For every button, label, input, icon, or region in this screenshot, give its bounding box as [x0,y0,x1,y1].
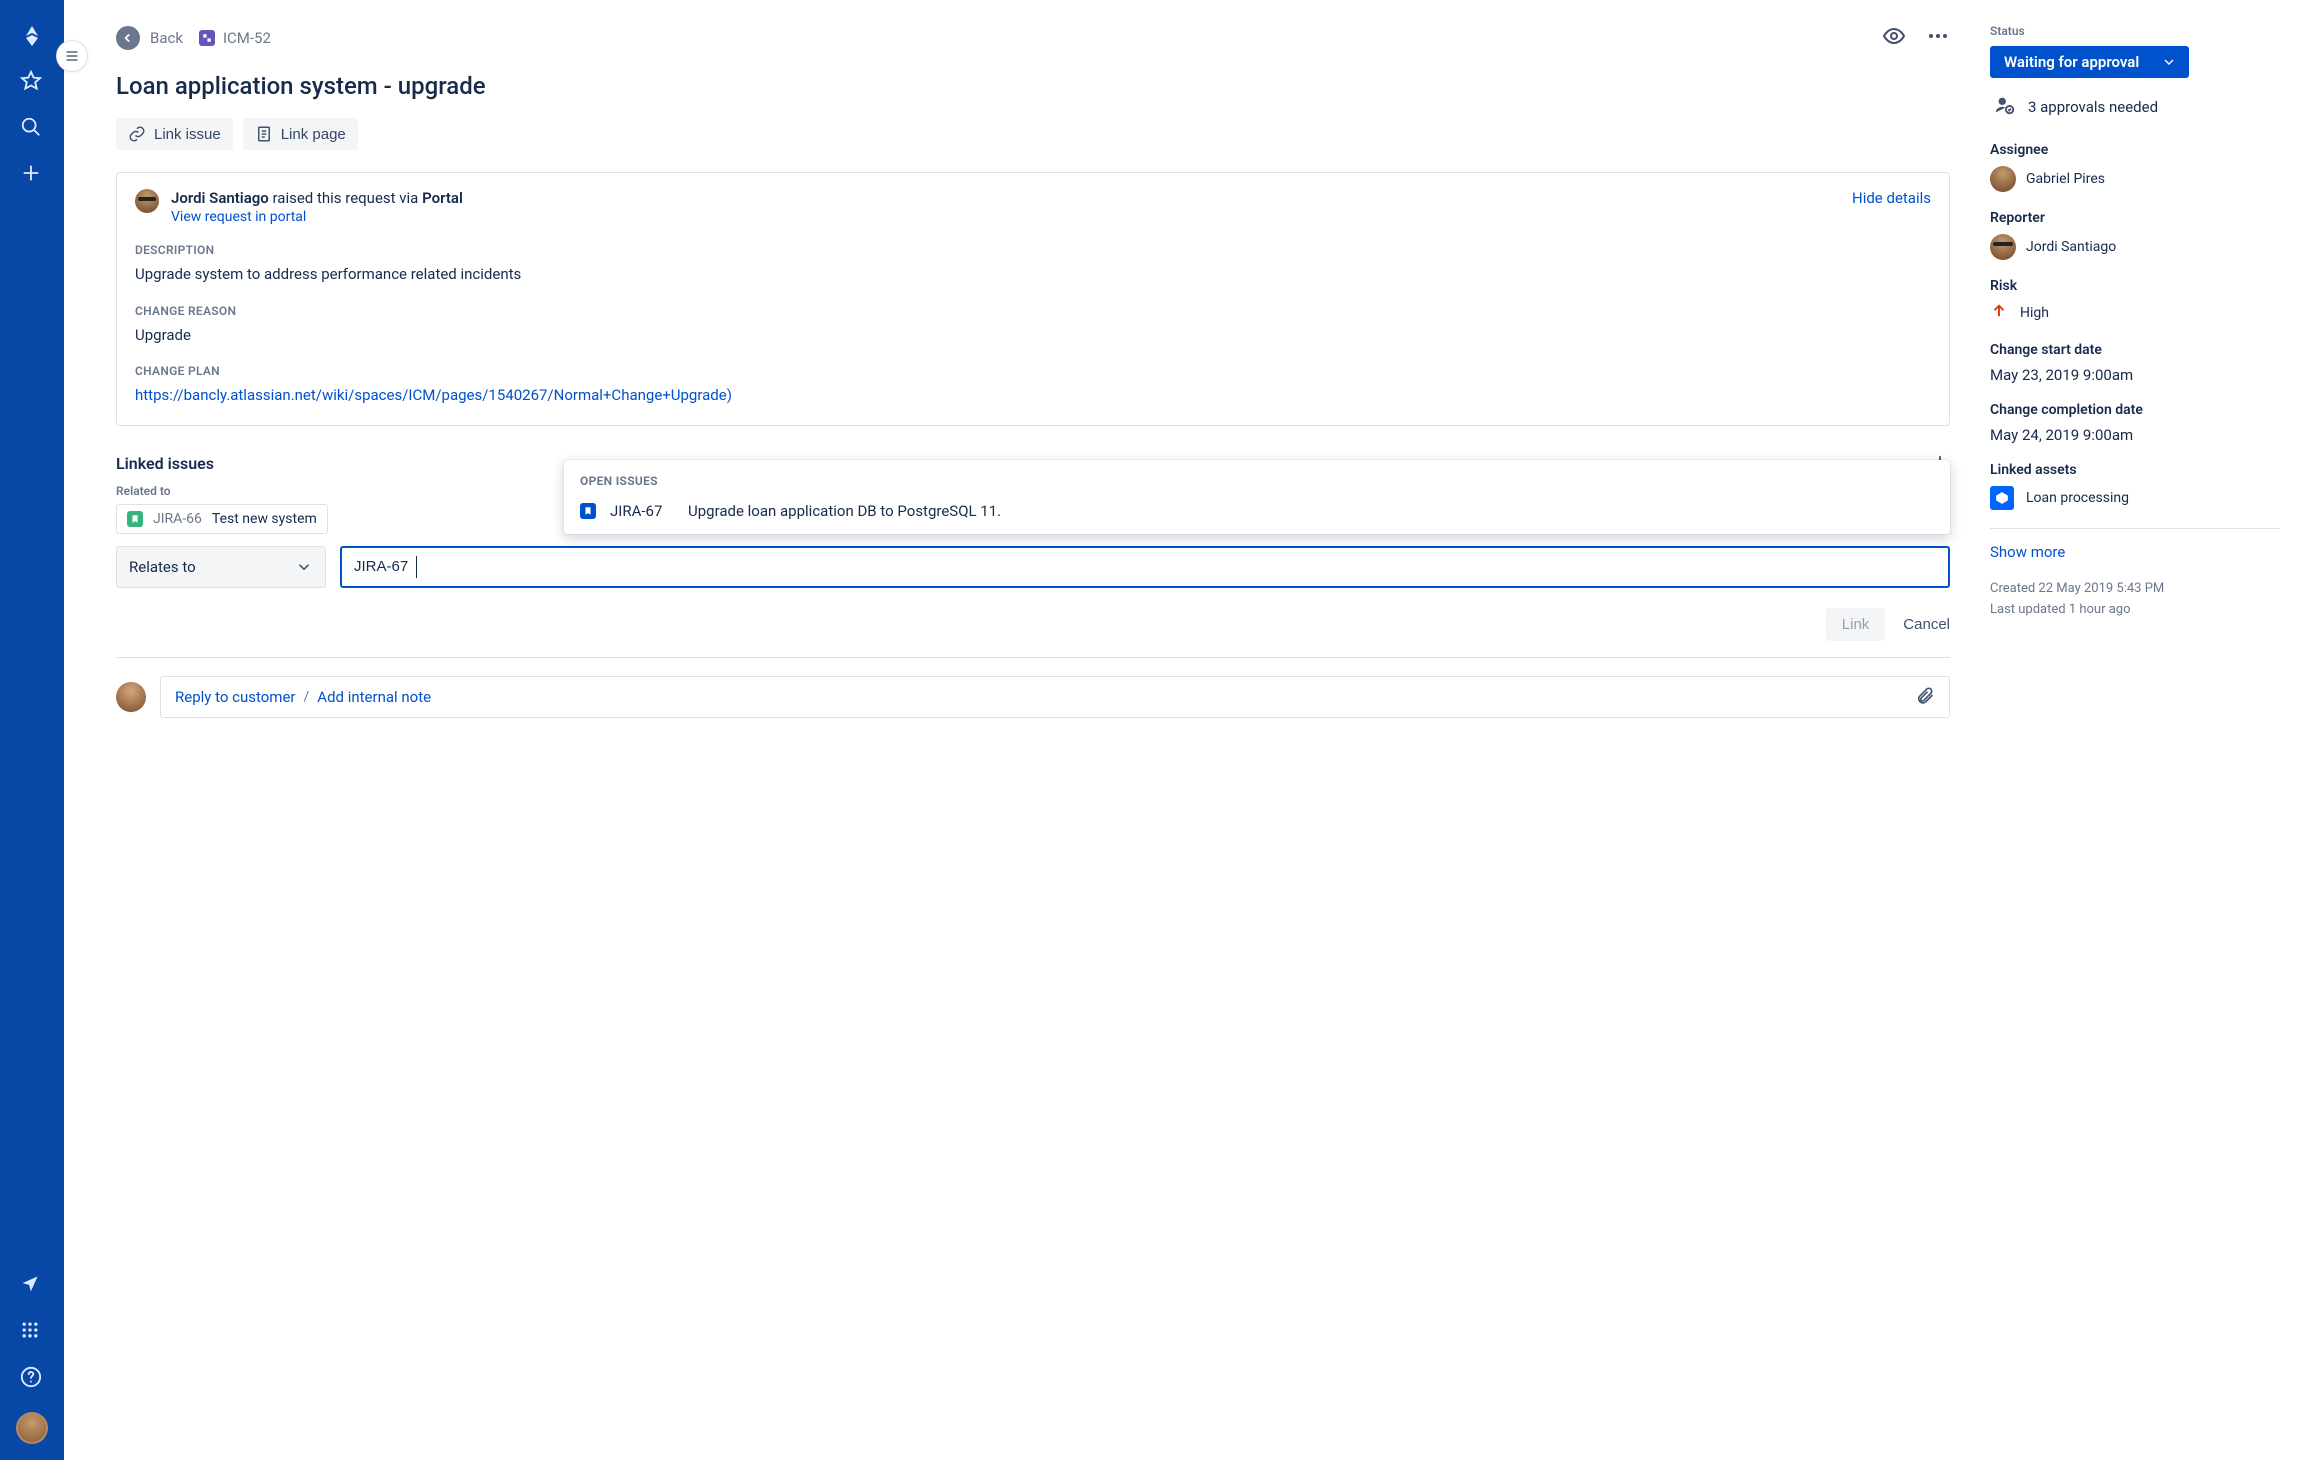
created-meta: Created 22 May 2019 5:43 PM [1990,579,2280,600]
more-actions-icon[interactable] [1926,24,1950,52]
link-issue-label: Link issue [154,126,221,143]
reporter-name: Jordi Santiago [2026,239,2116,255]
status-dropdown[interactable]: Waiting for approval [1990,46,2189,78]
profile-avatar[interactable] [16,1412,48,1444]
approvals-icon [1994,94,2016,120]
approvals-row: 3 approvals needed [1990,94,2280,120]
view-in-portal-link[interactable]: View request in portal [171,209,306,225]
link-page-label: Link page [281,126,346,143]
change-issue-type-icon [199,30,215,46]
link-button[interactable]: Link [1826,608,1886,641]
link-issue-search-input[interactable] [340,546,1950,588]
assignee-avatar [1990,166,2016,192]
cancel-button[interactable]: Cancel [1903,608,1950,641]
global-nav [0,0,64,1460]
link-issue-button[interactable]: Link issue [116,118,233,150]
requester-avatar [135,189,159,213]
risk-label: Risk [1990,278,2280,294]
risk-text: High [2020,305,2049,321]
chevron-down-icon [2161,54,2177,70]
issue-suggest-panel: OPEN ISSUES JIRA-67 Upgrade loan applica… [564,460,1950,534]
notifications-icon[interactable] [20,1274,44,1298]
raised-by-text: Jordi Santiago raised this request via P… [171,189,1840,207]
description-label: DESCRIPTION [135,243,1931,257]
issue-key-text: ICM-52 [223,29,271,47]
risk-high-icon [1990,302,2008,324]
attachment-icon[interactable] [1915,685,1935,709]
story-icon [127,511,143,527]
linked-issue-row[interactable]: JIRA-66 Test new system [116,504,328,534]
change-complete-label: Change completion date [1990,402,2280,418]
status-value: Waiting for approval [2004,53,2139,71]
issue-key-link[interactable]: ICM-52 [199,29,271,47]
create-icon[interactable] [20,162,44,186]
page-icon [255,125,273,143]
product-logo-icon[interactable] [20,24,44,48]
story-icon [580,503,596,519]
request-details-card: Jordi Santiago raised this request via P… [116,172,1950,426]
breadcrumb: Back ICM-52 [116,26,271,50]
assignee-label: Assignee [1990,142,2280,158]
linked-issue-key: JIRA-66 [153,511,202,527]
asset-icon [1990,486,2014,510]
linked-asset-item[interactable]: Loan processing [1990,486,2280,510]
reporter-avatar [1990,234,2016,260]
link-type-value: Relates to [129,558,196,576]
assignee-name: Gabriel Pires [2026,171,2105,187]
reply-separator: / [304,689,310,705]
details-sidebar: Status Waiting for approval 3 approvals … [1990,0,2320,1460]
change-start-label: Change start date [1990,342,2280,358]
change-reason-label: CHANGE REASON [135,304,1931,318]
suggest-item-key: JIRA-67 [610,502,674,520]
linked-assets-label: Linked assets [1990,462,2280,478]
change-reason-text: Upgrade [135,324,1931,347]
search-icon[interactable] [20,116,44,140]
suggest-item[interactable]: JIRA-67 Upgrade loan application DB to P… [580,498,1934,524]
back-button[interactable]: Back [116,26,183,50]
change-start-value: May 23, 2019 9:00am [1990,366,2280,384]
updated-meta: Last updated 1 hour ago [1990,600,2280,621]
sidebar-toggle[interactable] [56,40,88,72]
back-arrow-icon [116,26,140,50]
change-complete-value: May 24, 2019 9:00am [1990,426,2280,444]
star-icon[interactable] [20,70,44,94]
reply-box[interactable]: Reply to customer / Add internal note [160,676,1950,718]
reply-to-customer-link[interactable]: Reply to customer [175,688,296,706]
watch-icon[interactable] [1882,24,1906,52]
linked-issues-heading: Linked issues [116,454,214,473]
add-internal-note-link[interactable]: Add internal note [317,688,431,706]
help-icon[interactable] [20,1366,44,1390]
reporter-label: Reporter [1990,210,2280,226]
link-icon [128,125,146,143]
page-title: Loan application system - upgrade [116,72,1950,100]
show-more-link[interactable]: Show more [1990,543,2065,561]
back-label: Back [150,29,183,47]
suggest-item-summary: Upgrade loan application DB to PostgreSQ… [688,502,1001,520]
hide-details-link[interactable]: Hide details [1852,189,1931,207]
chevron-down-icon [295,558,313,576]
assignee-value[interactable]: Gabriel Pires [1990,166,2280,192]
linked-issue-summary: Test new system [212,511,317,527]
reporter-value[interactable]: Jordi Santiago [1990,234,2280,260]
risk-value: High [1990,302,2280,324]
change-plan-label: CHANGE PLAN [135,364,1931,378]
link-page-button[interactable]: Link page [243,118,358,150]
change-plan-link[interactable]: https://bancly.atlassian.net/wiki/spaces… [135,386,732,404]
asset-name: Loan processing [2026,490,2129,506]
description-text: Upgrade system to address performance re… [135,263,1931,286]
link-type-select[interactable]: Relates to [116,546,326,588]
current-user-avatar [116,682,146,712]
status-label: Status [1990,24,2280,38]
approvals-text: 3 approvals needed [2028,98,2158,116]
apps-icon[interactable] [20,1320,44,1344]
suggest-section-label: OPEN ISSUES [580,474,1934,488]
